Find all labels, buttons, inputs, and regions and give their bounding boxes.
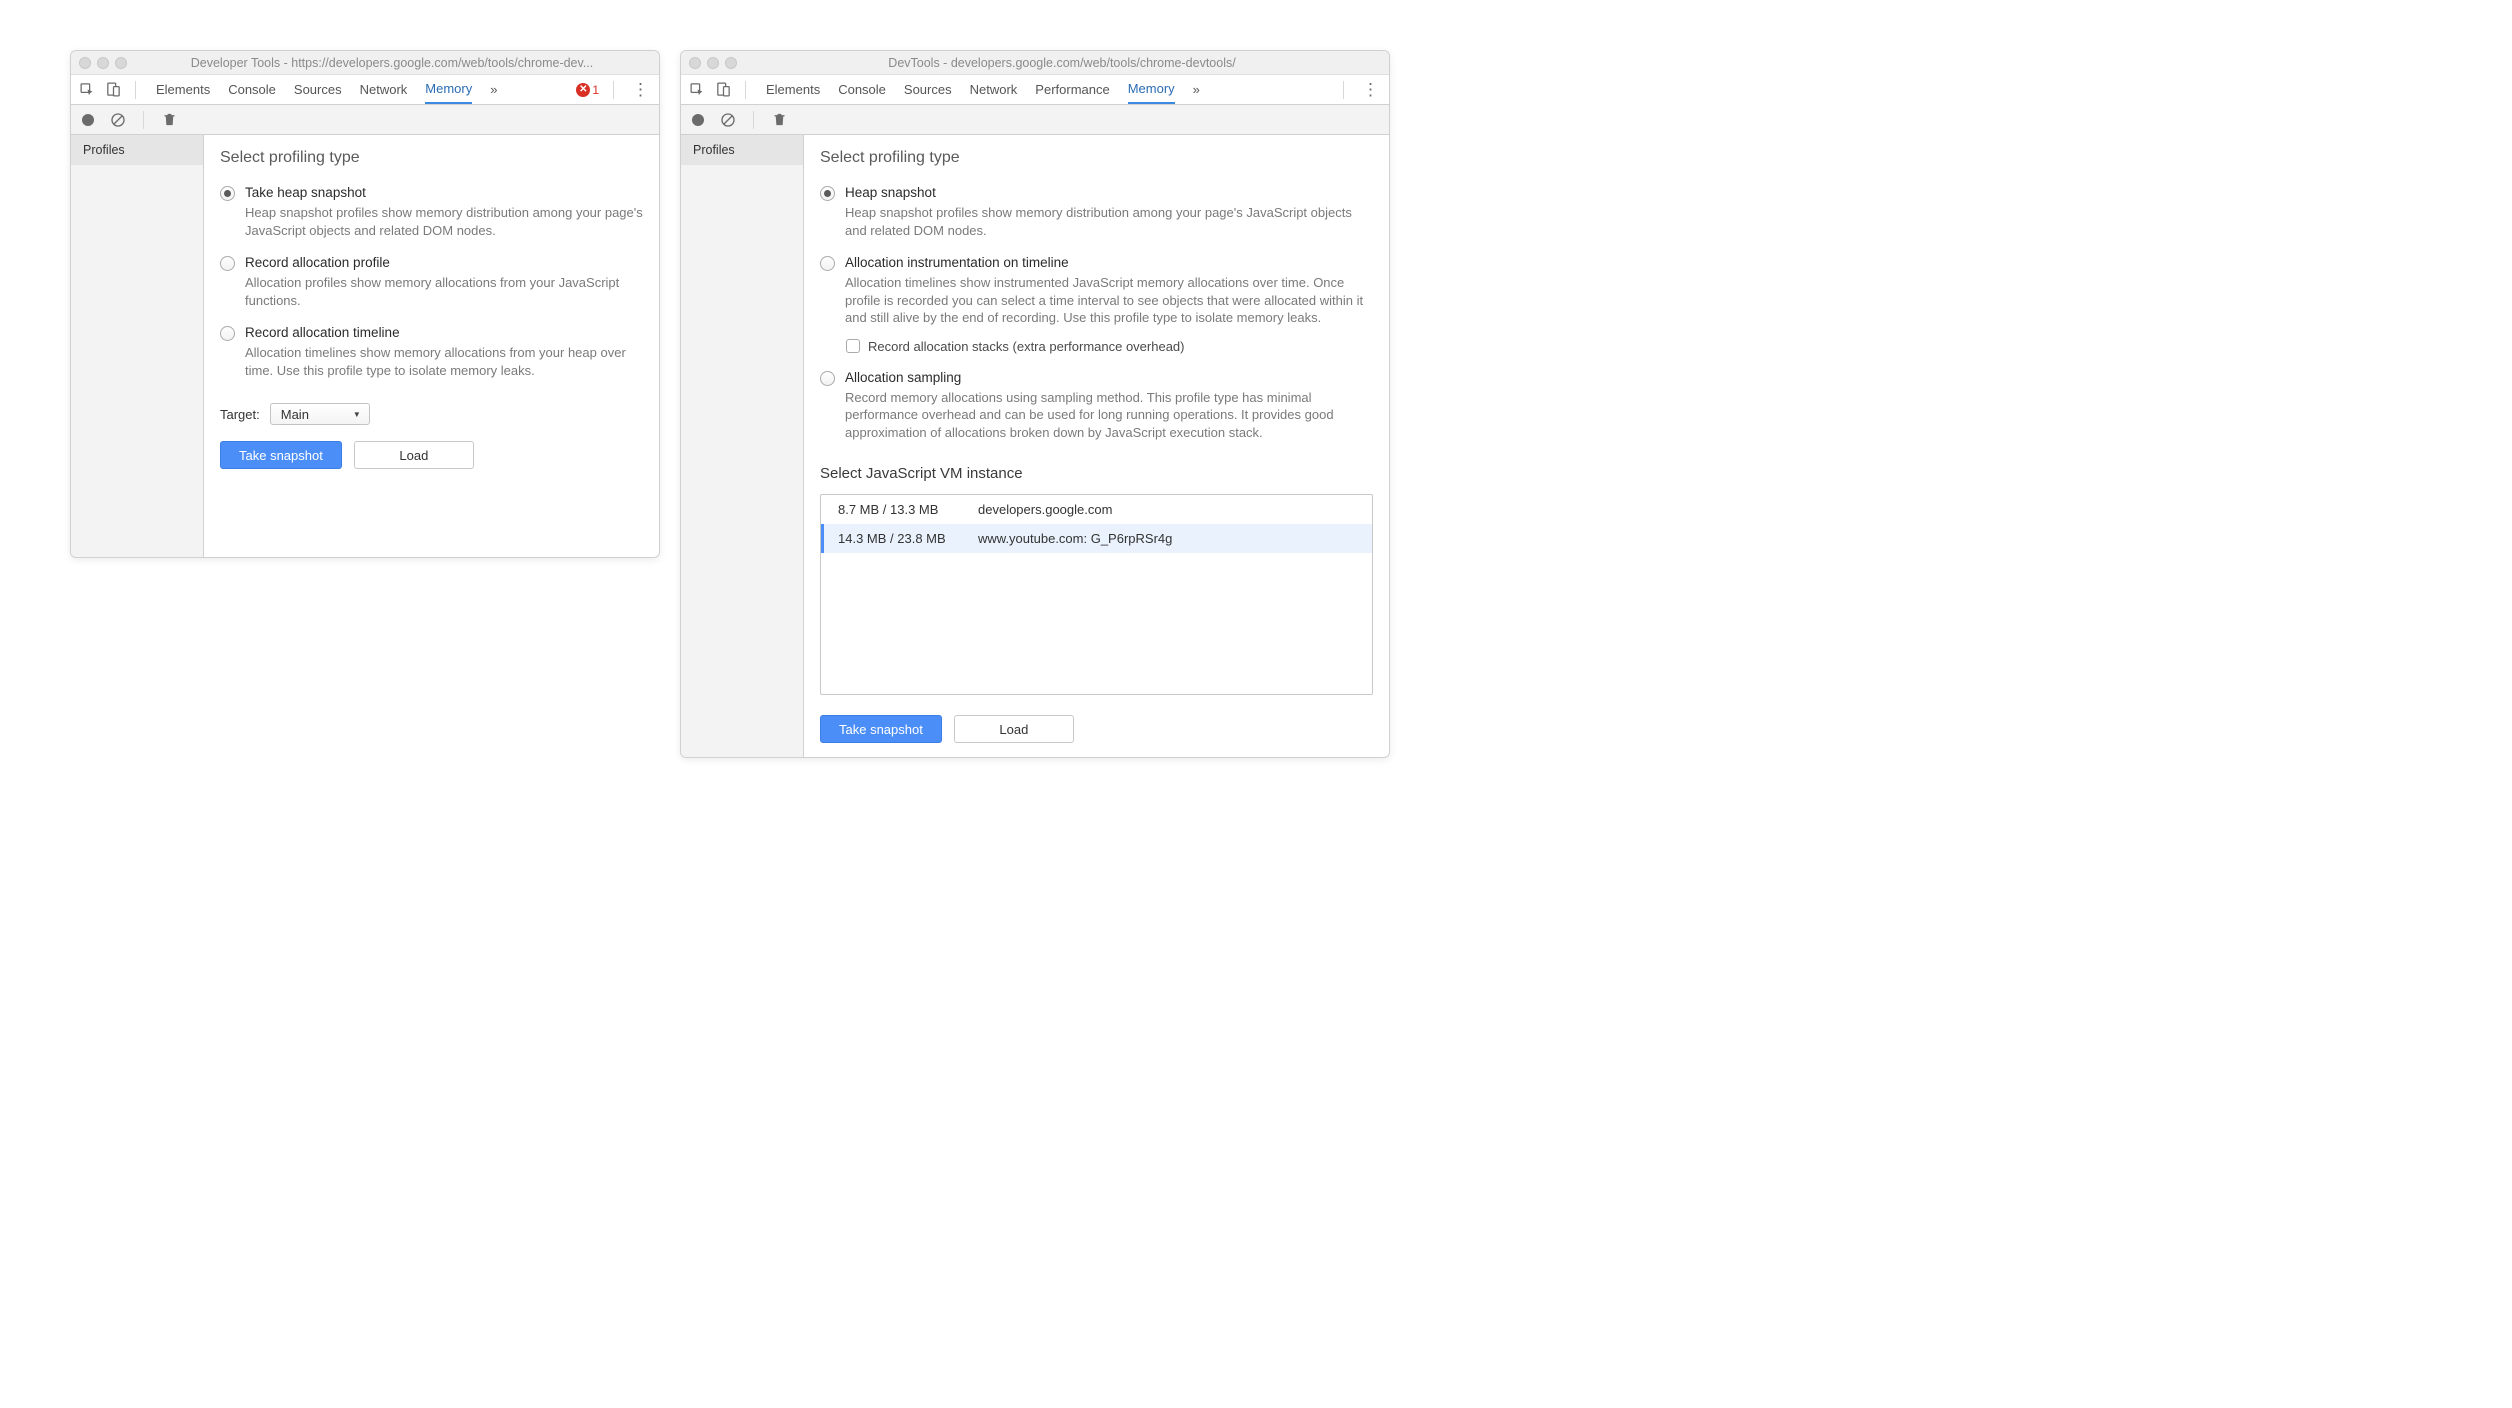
profiling-heading: Select profiling type: [820, 149, 1373, 167]
inspect-icon[interactable]: [687, 80, 707, 100]
tab-console[interactable]: Console: [838, 76, 886, 103]
record-icon[interactable]: [689, 111, 707, 129]
profiles-sidebar: Profiles: [681, 135, 804, 757]
option-title: Allocation instrumentation on timeline: [845, 255, 1373, 270]
tab-console[interactable]: Console: [228, 76, 276, 103]
profiling-toolbar: [71, 105, 659, 135]
tab-memory[interactable]: Memory: [425, 75, 472, 104]
zoom-icon[interactable]: [115, 57, 127, 69]
profiles-sidebar: Profiles: [71, 135, 204, 557]
checkbox-label: Record allocation stacks (extra performa…: [868, 339, 1184, 354]
minimize-icon[interactable]: [97, 57, 109, 69]
option-title: Heap snapshot: [845, 185, 1373, 200]
tab-elements[interactable]: Elements: [766, 76, 820, 103]
option-description: Allocation timelines show memory allocat…: [245, 344, 643, 379]
option-allocation-sampling[interactable]: Allocation sampling Record memory alloca…: [820, 370, 1373, 442]
settings-menu-icon[interactable]: ⋮: [1358, 80, 1383, 100]
devtools-window-2: DevTools - developers.google.com/web/too…: [680, 50, 1390, 758]
radio-icon[interactable]: [220, 256, 235, 271]
window-title: Developer Tools - https://developers.goo…: [133, 56, 651, 70]
option-description: Heap snapshot profiles show memory distr…: [845, 204, 1373, 239]
tab-memory[interactable]: Memory: [1128, 75, 1175, 104]
sidebar-item-profiles[interactable]: Profiles: [681, 135, 803, 165]
option-allocation-timeline[interactable]: Record allocation timeline Allocation ti…: [220, 325, 643, 379]
error-count: 1: [592, 83, 599, 97]
option-title: Take heap snapshot: [245, 185, 643, 200]
option-description: Allocation timelines show instrumented J…: [845, 274, 1373, 327]
vm-name: developers.google.com: [978, 502, 1358, 517]
radio-icon[interactable]: [820, 186, 835, 201]
devtools-window-1: Developer Tools - https://developers.goo…: [70, 50, 660, 558]
profiling-content: Select profiling type Take heap snapshot…: [204, 135, 659, 557]
option-description: Allocation profiles show memory allocati…: [245, 274, 643, 309]
main-toolbar: Elements Console Sources Network Memory …: [71, 75, 659, 105]
option-allocation-profile[interactable]: Record allocation profile Allocation pro…: [220, 255, 643, 309]
vm-instance-list: 8.7 MB / 13.3 MB developers.google.com 1…: [820, 494, 1373, 695]
close-icon[interactable]: [689, 57, 701, 69]
tab-sources[interactable]: Sources: [904, 76, 952, 103]
vm-size: 14.3 MB / 23.8 MB: [838, 531, 978, 546]
tabs-overflow-icon[interactable]: »: [1193, 76, 1200, 103]
vm-name: www.youtube.com: G_P6rpRSr4g: [978, 531, 1358, 546]
checkbox-icon[interactable]: [846, 339, 860, 353]
trash-icon[interactable]: [770, 111, 788, 129]
panel-tabs: Elements Console Sources Network Perform…: [766, 75, 1200, 104]
clear-icon[interactable]: [719, 111, 737, 129]
profiling-toolbar: [681, 105, 1389, 135]
vm-instance-heading: Select JavaScript VM instance: [820, 465, 1373, 482]
tab-network[interactable]: Network: [970, 76, 1018, 103]
target-row: Target: Main: [220, 403, 643, 425]
device-mode-icon[interactable]: [713, 80, 733, 100]
device-mode-icon[interactable]: [103, 80, 123, 100]
close-icon[interactable]: [79, 57, 91, 69]
target-select[interactable]: Main: [270, 403, 370, 425]
load-button[interactable]: Load: [354, 441, 474, 469]
record-icon[interactable]: [79, 111, 97, 129]
panel-tabs: Elements Console Sources Network Memory …: [156, 75, 497, 104]
take-snapshot-button[interactable]: Take snapshot: [220, 441, 342, 469]
error-badge[interactable]: ✕ 1: [576, 83, 599, 97]
tab-sources[interactable]: Sources: [294, 76, 342, 103]
settings-menu-icon[interactable]: ⋮: [628, 80, 653, 100]
tabs-overflow-icon[interactable]: »: [490, 76, 497, 103]
window-title: DevTools - developers.google.com/web/too…: [743, 56, 1381, 70]
radio-icon[interactable]: [220, 186, 235, 201]
inspect-icon[interactable]: [77, 80, 97, 100]
record-stacks-checkbox-row[interactable]: Record allocation stacks (extra performa…: [846, 339, 1373, 354]
radio-icon[interactable]: [220, 326, 235, 341]
option-description: Heap snapshot profiles show memory distr…: [245, 204, 643, 239]
option-allocation-timeline[interactable]: Allocation instrumentation on timeline A…: [820, 255, 1373, 327]
tab-performance[interactable]: Performance: [1035, 76, 1109, 103]
clear-icon[interactable]: [109, 111, 127, 129]
target-label: Target:: [220, 407, 260, 422]
tab-network[interactable]: Network: [360, 76, 408, 103]
radio-icon[interactable]: [820, 371, 835, 386]
take-snapshot-button[interactable]: Take snapshot: [820, 715, 942, 743]
target-value: Main: [281, 407, 309, 422]
vm-instance-row[interactable]: 14.3 MB / 23.8 MB www.youtube.com: G_P6r…: [821, 524, 1372, 553]
option-title: Allocation sampling: [845, 370, 1373, 385]
option-description: Record memory allocations using sampling…: [845, 389, 1373, 442]
option-title: Record allocation profile: [245, 255, 643, 270]
option-title: Record allocation timeline: [245, 325, 643, 340]
radio-icon[interactable]: [820, 256, 835, 271]
option-heap-snapshot[interactable]: Take heap snapshot Heap snapshot profile…: [220, 185, 643, 239]
minimize-icon[interactable]: [707, 57, 719, 69]
profiling-content: Select profiling type Heap snapshot Heap…: [804, 135, 1389, 757]
profiling-heading: Select profiling type: [220, 149, 643, 167]
tab-elements[interactable]: Elements: [156, 76, 210, 103]
load-button[interactable]: Load: [954, 715, 1074, 743]
vm-instance-row[interactable]: 8.7 MB / 13.3 MB developers.google.com: [821, 495, 1372, 524]
main-toolbar: Elements Console Sources Network Perform…: [681, 75, 1389, 105]
window-titlebar: DevTools - developers.google.com/web/too…: [681, 51, 1389, 75]
sidebar-item-profiles[interactable]: Profiles: [71, 135, 203, 165]
zoom-icon[interactable]: [725, 57, 737, 69]
window-titlebar: Developer Tools - https://developers.goo…: [71, 51, 659, 75]
trash-icon[interactable]: [160, 111, 178, 129]
vm-size: 8.7 MB / 13.3 MB: [838, 502, 978, 517]
option-heap-snapshot[interactable]: Heap snapshot Heap snapshot profiles sho…: [820, 185, 1373, 239]
